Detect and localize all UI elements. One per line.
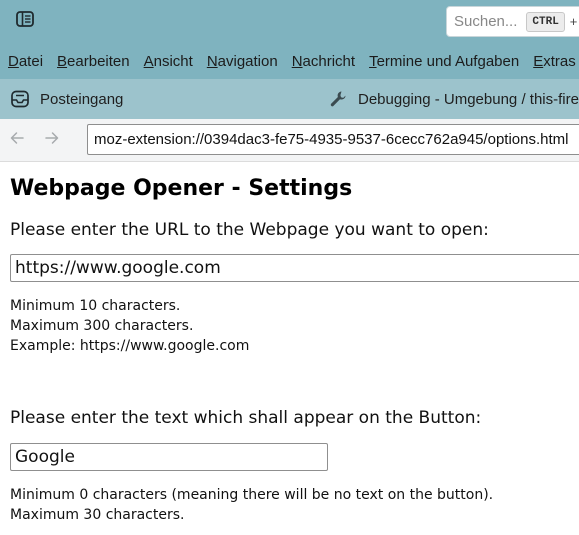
menu-extras[interactable]: Extras (525, 53, 579, 70)
app-menu-button[interactable] (8, 6, 42, 36)
button-hint-min: Minimum 0 characters (meaning there will… (10, 487, 494, 503)
options-page: Webpage Opener - Settings Please enter t… (0, 162, 579, 535)
menu-termine-und-aufgaben[interactable]: Termine und Aufgaben (361, 53, 525, 70)
arrow-right-icon (44, 130, 60, 150)
tab-debugging-label: Debugging - Umgebung / this-fire (358, 90, 579, 108)
title-bar: Suchen... CTRL + (0, 0, 579, 43)
button-text-hints: Minimum 0 characters (meaning there will… (10, 485, 493, 525)
menu-navigation[interactable]: Navigation (199, 53, 284, 70)
url-hint-max: Maximum 300 characters. (10, 318, 194, 334)
menu-datei[interactable]: Datei (0, 53, 49, 70)
url-hint-example: Example: https://www.google.com (10, 338, 250, 354)
tab-inbox[interactable]: Posteingang (8, 79, 308, 119)
navigation-bar: moz-extension://0394dac3-fe75-4935-9537-… (0, 119, 579, 162)
url-hints: Minimum 10 characters. Maximum 300 chara… (10, 296, 249, 356)
menu-ansicht[interactable]: Ansicht (136, 53, 199, 70)
arrow-left-icon (9, 130, 25, 150)
url-prompt-label: Please enter the URL to the Webpage you … (10, 220, 489, 240)
search-input[interactable]: Suchen... CTRL + (446, 6, 579, 37)
url-hint-min: Minimum 10 characters. (10, 298, 181, 314)
button-text-prompt-label: Please enter the text which shall appear… (10, 408, 482, 428)
url-input[interactable]: https://www.google.com (10, 254, 579, 282)
forward-button[interactable] (40, 128, 64, 152)
page-title: Webpage Opener - Settings (10, 176, 353, 201)
menu-nachricht[interactable]: Nachricht (284, 53, 361, 70)
button-text-input[interactable]: Google (10, 443, 328, 471)
shortcut-plus: + (569, 14, 578, 29)
button-hint-max: Maximum 30 characters. (10, 507, 185, 523)
inbox-icon (8, 87, 32, 111)
tab-bar: Posteingang Debugging - Umgebung / this-… (0, 79, 579, 119)
shortcut-key: CTRL (526, 11, 565, 32)
back-button[interactable] (5, 128, 29, 152)
menu-bearbeiten[interactable]: Bearbeiten (49, 53, 136, 70)
tab-inbox-label: Posteingang (40, 90, 124, 108)
search-placeholder: Suchen... (454, 13, 518, 30)
menu-bar: Datei Bearbeiten Ansicht Navigation Nach… (0, 43, 579, 79)
sidebar-icon (15, 9, 35, 33)
url-field[interactable]: moz-extension://0394dac3-fe75-4935-9537-… (87, 124, 579, 155)
tab-debugging[interactable]: Debugging - Umgebung / this-fire (326, 79, 579, 119)
wrench-icon (326, 87, 350, 111)
